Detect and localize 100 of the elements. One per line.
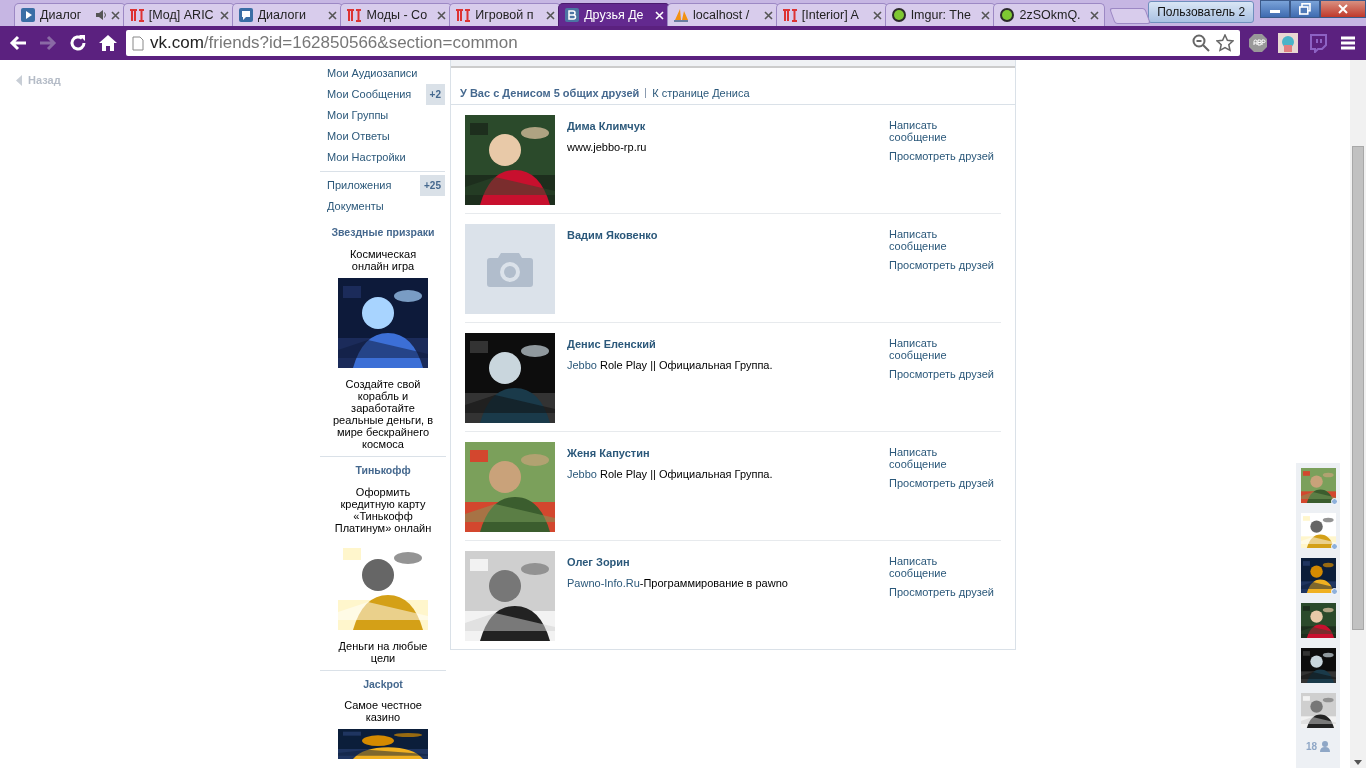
action-link[interactable]: Просмотреть друзей <box>889 476 1001 489</box>
tab-close-icon[interactable] <box>219 10 229 20</box>
tab-close-icon[interactable] <box>110 10 120 20</box>
status-link[interactable]: Jebbo <box>567 359 597 371</box>
friend-name[interactable]: Дима Климчук <box>567 117 889 134</box>
action-link[interactable]: Просмотреть друзей <box>889 258 1001 271</box>
ad-text: Создайте свой корабль и заработайте реальные деньги, в мире бескрайнего космоса <box>331 377 435 450</box>
sailboat-icon <box>672 7 689 23</box>
browser-tab[interactable]: [Interior] A <box>775 3 888 26</box>
tab-close-icon[interactable] <box>981 10 991 20</box>
pi-logo-icon <box>128 7 145 23</box>
action-link[interactable]: Просмотреть друзей <box>889 585 1001 598</box>
chat-icon <box>237 7 254 23</box>
star-icon[interactable] <box>1216 34 1234 52</box>
tab-close-icon[interactable] <box>872 10 882 20</box>
action-link[interactable]: Написать сообщение <box>889 227 959 252</box>
action-link[interactable]: Написать сообщение <box>889 118 959 143</box>
tab-title: Игровой п <box>475 6 535 24</box>
camera-icon <box>487 250 533 287</box>
close-icon <box>1337 4 1348 14</box>
ad-text: Оформить кредитную карту «Тинькофф Платинум» онлайн <box>333 485 433 534</box>
action-link[interactable]: Написать сообщение <box>889 336 959 361</box>
caret-icon <box>16 74 22 86</box>
chat-bubble-icon <box>1308 33 1328 53</box>
scrollbar-thumb[interactable] <box>1352 146 1364 630</box>
tab-title: Imgur: The <box>910 6 972 24</box>
browser-tab[interactable]: Друзья Де <box>558 3 670 26</box>
tab-title: Диалог <box>40 6 83 24</box>
tab-close-icon[interactable] <box>437 10 447 20</box>
tab-close-icon[interactable] <box>328 10 338 20</box>
friend-name[interactable]: Вадим Яковенко <box>567 226 889 243</box>
browser-tab[interactable]: Диалог <box>14 3 126 26</box>
profile-button[interactable]: Пользователь 2 <box>1148 1 1255 23</box>
friend-status: www.jebbo-rp.ru <box>567 140 648 155</box>
minimize-button[interactable] <box>1260 0 1291 18</box>
action-link[interactable]: Просмотреть друзей <box>889 149 1001 162</box>
stop-sign-icon <box>1248 33 1268 53</box>
tab-close-icon[interactable] <box>546 10 556 20</box>
friend-name[interactable]: Женя Капустин <box>567 444 889 461</box>
ad-title[interactable]: Звездные призраки <box>320 225 446 241</box>
action-link[interactable]: Написать сообщение <box>889 445 959 470</box>
tab-title: 2zSOkmQ. <box>1019 6 1082 24</box>
extension-button[interactable] <box>1276 31 1300 55</box>
separator <box>645 88 647 99</box>
circle-icon <box>890 7 907 23</box>
friend-status: Jebbo Role Play || Официальная Группа. <box>567 358 774 373</box>
reload-icon <box>68 33 88 53</box>
tab-close-icon[interactable] <box>763 10 773 20</box>
browser-tab[interactable]: localhost / <box>666 3 779 26</box>
ad-text: Самое честное казино <box>343 699 423 724</box>
menu-item[interactable]: Мои Настройки <box>320 147 445 168</box>
tab-title: localhost / <box>692 6 751 24</box>
ad-text: Деньги на любые цели <box>337 639 429 664</box>
play-icon <box>20 7 36 23</box>
back-arrow-icon <box>8 33 28 53</box>
pi-logo-icon <box>455 7 472 23</box>
restore-icon <box>1299 3 1312 15</box>
profile-link[interactable]: К странице Дениса <box>652 85 750 102</box>
page-icon <box>132 35 144 51</box>
browser-tab[interactable]: 2zSOkmQ. <box>993 3 1106 26</box>
action-link[interactable]: Просмотреть друзей <box>889 367 1001 380</box>
ad-title[interactable]: Тинькофф <box>320 462 446 479</box>
user-icon <box>1320 741 1331 752</box>
address-bar[interactable]: vk.com/friends?id=162850566&section=common <box>126 30 1240 56</box>
common-friends-title: У Вас с Денисом 5 общих друзей <box>460 86 640 101</box>
status-link[interactable]: Jebbo <box>567 468 597 480</box>
cartoon-figure-icon <box>1278 33 1298 53</box>
close-button[interactable] <box>1320 0 1366 18</box>
friend-name[interactable]: Денис Еленский <box>567 335 889 352</box>
vk-logo-icon <box>564 7 581 23</box>
ad-text: Космическая онлайн игра <box>348 247 418 272</box>
restore-button[interactable] <box>1290 0 1320 18</box>
url-text: vk.com/friends?id=162850566&section=common <box>150 32 518 55</box>
pi-logo-icon <box>781 7 798 23</box>
menu-item[interactable]: Мои Группы <box>320 105 445 126</box>
ad-title[interactable]: Jackpot <box>320 676 446 693</box>
home-icon <box>98 33 118 53</box>
zoom-icon[interactable] <box>1192 34 1210 52</box>
tab-title: Диалоги <box>257 6 307 24</box>
tab-title: [Мод] ARIC <box>148 6 215 24</box>
menu-item[interactable]: Мои Ответы <box>320 126 445 147</box>
adblock-button[interactable] <box>1246 31 1270 55</box>
tab-title: [Interior] A <box>801 6 860 24</box>
counter-badge: +2 <box>425 84 445 105</box>
menu-item[interactable]: Приложения +25 <box>320 175 445 196</box>
status-link[interactable]: Pawno-Info.Ru <box>567 577 640 589</box>
pi-logo-icon <box>346 7 363 23</box>
friend-name[interactable]: Олег Зорин <box>567 553 889 570</box>
tab-close-icon[interactable] <box>1090 10 1100 20</box>
menu-item[interactable]: Мои Сообщения +2 <box>320 84 445 105</box>
browser-tab[interactable]: [Мод] ARIC <box>122 3 235 26</box>
menu-item[interactable]: Документы <box>320 196 445 217</box>
circle-icon <box>999 7 1016 23</box>
tab-title: Моды - Co <box>366 6 429 24</box>
friend-status: Jebbo Role Play || Официальная Группа. <box>567 467 774 482</box>
forward-arrow-icon <box>38 33 58 53</box>
tab-title: Друзья Де <box>584 6 645 24</box>
menu-item[interactable]: Мои Аудиозаписи <box>320 63 445 84</box>
counter-badge: +25 <box>420 175 445 196</box>
action-link[interactable]: Написать сообщение <box>889 554 959 579</box>
